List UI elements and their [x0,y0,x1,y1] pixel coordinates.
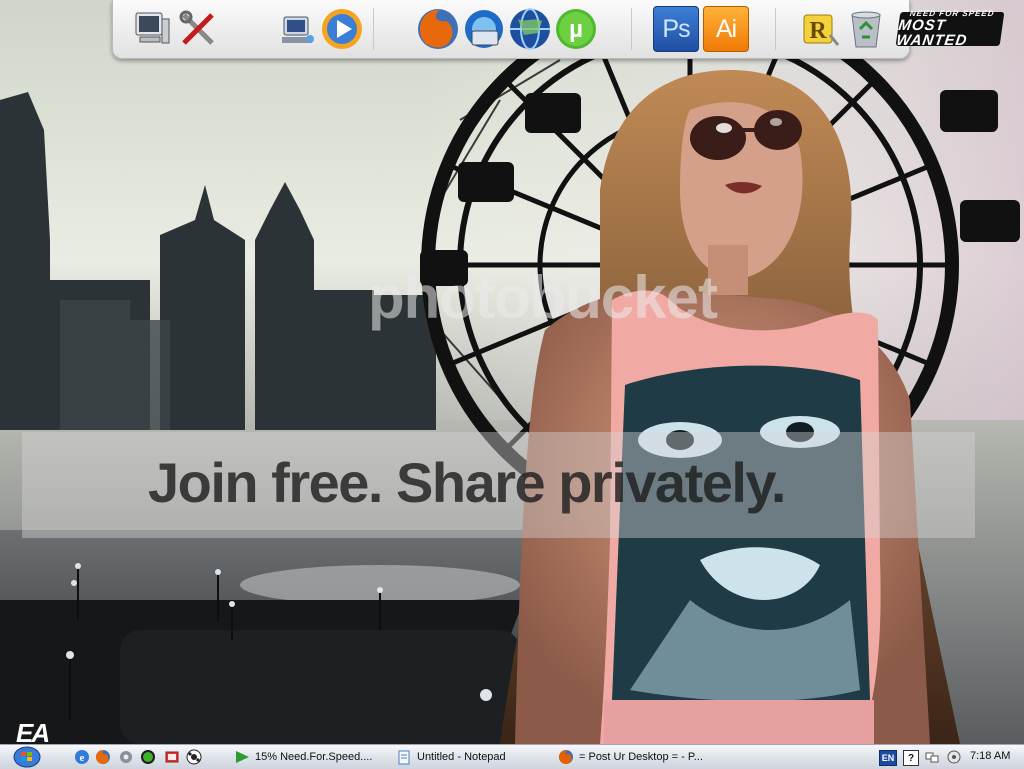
task-label: Untitled - Notepad [417,751,506,763]
clock[interactable]: 7:18 AM [970,750,1010,762]
ea-logo: EA [16,718,50,744]
photobucket-watermark: photobucket [368,264,718,331]
taskbar: e 15% Need.For.Speed.... Untitled - Note… [0,744,1024,769]
language-indicator[interactable]: EN [879,750,897,766]
network-computer-icon[interactable] [275,6,321,52]
internet-explorer-icon[interactable] [461,6,507,52]
svg-text:e: e [80,752,85,764]
task-button-notepad[interactable]: Untitled - Notepad [390,746,552,768]
watermark-banner: Join free. Share privately. [22,432,975,538]
photoshop-label: Ps [653,6,699,52]
illustrator-label: Ai [703,6,749,52]
media-player-icon[interactable] [319,6,365,52]
network-icon[interactable] [925,750,939,764]
task-button-firefox[interactable]: = Post Ur Desktop = - P... [552,746,714,768]
start-button[interactable] [10,745,44,769]
wallpaper-image [0,0,1024,744]
desktop[interactable]: photobucket Join free. Share privately. … [0,0,1024,744]
nfs-most-wanted-icon[interactable]: NEED FOR SPEED MOST WANTED [895,6,1005,52]
rainlendar-icon[interactable]: R [797,6,843,52]
dock-separator [775,8,776,50]
torrent-play-icon [236,751,249,763]
messenger-icon[interactable] [164,749,180,765]
media-icon[interactable] [186,749,202,765]
firefox-icon[interactable] [415,6,461,52]
dock-separator [373,8,374,50]
internet-explorer-icon[interactable]: e [74,749,90,765]
help-icon[interactable]: ? [903,750,919,766]
svg-text:µ: µ [569,16,583,43]
globe-icon[interactable] [507,6,553,52]
task-label: 15% Need.For.Speed.... [255,751,373,763]
dock-separator [631,8,632,50]
utorrent-icon[interactable] [140,749,156,765]
settings-icon[interactable] [118,749,134,765]
firefox-icon[interactable] [95,749,111,765]
illustrator-icon[interactable]: Ai [703,6,749,52]
firefox-icon [559,750,573,764]
task-button-torrent[interactable]: 15% Need.For.Speed.... [228,746,390,768]
utorrent-icon[interactable]: µ [553,6,599,52]
volume-icon[interactable] [947,750,961,764]
svg-text:R: R [809,18,827,44]
watermark-tagline: Join free. Share privately. [148,451,786,514]
recycle-bin-icon[interactable] [843,6,889,52]
computer-icon[interactable] [129,6,175,52]
app-dock: µ Ps Ai R NEED FOR SPEED MOST WANTED [112,0,1005,59]
notepad-icon [398,750,410,765]
tools-icon[interactable] [175,6,221,52]
photoshop-icon[interactable]: Ps [653,6,699,52]
nfs-logo: NEED FOR SPEED MOST WANTED [895,9,1005,49]
task-label: = Post Ur Desktop = - P... [579,751,703,763]
